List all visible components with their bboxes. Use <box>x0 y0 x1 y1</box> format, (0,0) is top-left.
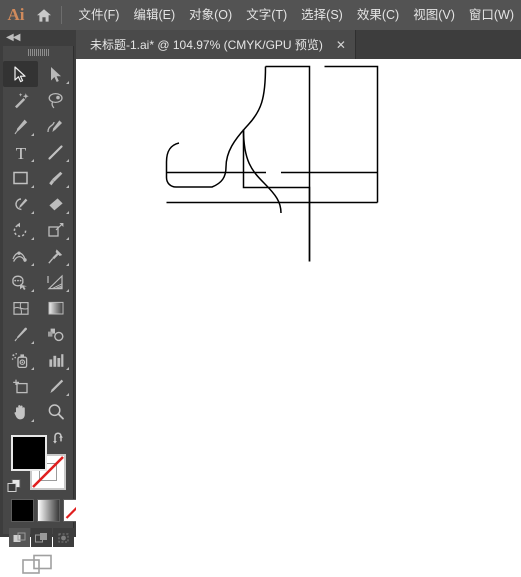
width-tool[interactable] <box>3 243 38 269</box>
tool-flyout-indicator <box>66 81 69 84</box>
gradient-tool[interactable] <box>38 295 73 321</box>
change-screen-mode-button[interactable] <box>3 553 73 577</box>
zoom-tool[interactable] <box>38 399 73 425</box>
perspective-grid-tool[interactable] <box>38 269 73 295</box>
menu-object[interactable]: 对象(O) <box>182 0 239 30</box>
tool-flyout-indicator <box>31 237 34 240</box>
tool-flyout-indicator <box>31 289 34 292</box>
direct-selection-tool[interactable] <box>38 61 73 87</box>
type-tool[interactable]: T <box>3 139 38 165</box>
tool-grid: T <box>3 59 73 425</box>
tool-flyout-indicator <box>31 419 34 422</box>
shaper-tool[interactable] <box>3 191 38 217</box>
tool-flyout-indicator <box>66 211 69 214</box>
tool-flyout-indicator <box>66 289 69 292</box>
tools-panel: T <box>3 46 74 534</box>
illustrator-window: Ai 文件(F) 编辑(E) 对象(O) 文字(T) 选择(S) 效果(C) 视… <box>0 0 521 537</box>
tool-flyout-indicator <box>66 159 69 162</box>
menu-effect[interactable]: 效果(C) <box>350 0 406 30</box>
draw-behind-button[interactable] <box>31 528 52 547</box>
slice-tool[interactable] <box>38 373 73 399</box>
fill-color-swatch[interactable] <box>11 435 47 471</box>
left-dock: ◀◀ <box>0 30 76 537</box>
selection-tool[interactable] <box>3 61 38 87</box>
tool-flyout-indicator <box>66 263 69 266</box>
lasso-tool[interactable] <box>38 87 73 113</box>
blend-tool[interactable] <box>38 321 73 347</box>
tool-flyout-indicator <box>66 237 69 240</box>
free-transform-tool[interactable] <box>38 243 73 269</box>
paintbrush-tool[interactable] <box>38 165 73 191</box>
tool-flyout-indicator <box>31 211 34 214</box>
tool-flyout-indicator <box>31 159 34 162</box>
menu-edit[interactable]: 编辑(E) <box>126 0 182 30</box>
dock-header: ◀◀ <box>0 30 76 46</box>
symbol-sprayer-tool[interactable] <box>3 347 38 373</box>
document-tab[interactable]: 未标题-1.ai* @ 104.97% (CMYK/GPU 预览) ✕ <box>76 30 356 59</box>
tool-flyout-indicator <box>31 133 34 136</box>
color-controls <box>3 431 73 561</box>
collapse-panel-icon[interactable]: ◀◀ <box>6 32 19 43</box>
draw-mode-bar <box>9 528 74 547</box>
svg-text:T: T <box>15 144 26 161</box>
menu-item-list: 文件(F) 编辑(E) 对象(O) 文字(T) 选择(S) 效果(C) 视图(V… <box>72 0 521 30</box>
color-mode-button[interactable] <box>11 499 34 522</box>
app-logo: Ai <box>0 0 32 30</box>
color-mode-bar <box>11 499 86 522</box>
document-canvas[interactable] <box>76 59 521 537</box>
scale-tool[interactable] <box>38 217 73 243</box>
default-colors-icon[interactable] <box>7 478 22 498</box>
rectangle-tool[interactable] <box>3 165 38 191</box>
tool-flyout-indicator <box>31 341 34 344</box>
tool-flyout-indicator <box>31 367 34 370</box>
menu-divider <box>61 6 62 24</box>
screen-mode-icon <box>22 553 54 577</box>
tool-flyout-indicator <box>31 185 34 188</box>
draw-inside-button[interactable] <box>53 528 74 547</box>
menu-type[interactable]: 文字(T) <box>239 0 294 30</box>
menu-window[interactable]: 窗口(W) <box>462 0 521 30</box>
menu-file[interactable]: 文件(F) <box>72 0 127 30</box>
mesh-tool[interactable] <box>3 295 38 321</box>
tool-flyout-indicator <box>66 185 69 188</box>
shape-builder-tool[interactable] <box>3 269 38 295</box>
eraser-tool[interactable] <box>38 191 73 217</box>
menu-bar: Ai 文件(F) 编辑(E) 对象(O) 文字(T) 选择(S) 效果(C) 视… <box>0 0 521 30</box>
tool-flyout-indicator <box>31 263 34 266</box>
tool-flyout-indicator <box>66 367 69 370</box>
magic-wand-tool[interactable] <box>3 87 38 113</box>
column-graph-tool[interactable] <box>38 347 73 373</box>
gradient-mode-button[interactable] <box>37 499 60 522</box>
document-tab-title: 未标题-1.ai* @ 104.97% (CMYK/GPU 预览) <box>90 36 323 53</box>
line-segment-tool[interactable] <box>38 139 73 165</box>
boot-outline-path[interactable] <box>167 67 378 262</box>
artwork-layer <box>76 59 521 537</box>
home-icon[interactable] <box>32 8 57 23</box>
menu-view[interactable]: 视图(V) <box>406 0 462 30</box>
hand-tool[interactable] <box>3 399 38 425</box>
pen-tool[interactable] <box>3 113 38 139</box>
document-tab-strip: 未标题-1.ai* @ 104.97% (CMYK/GPU 预览) ✕ <box>76 30 521 60</box>
curvature-tool[interactable] <box>38 113 73 139</box>
rotate-tool[interactable] <box>3 217 38 243</box>
tool-flyout-indicator <box>66 393 69 396</box>
panel-drag-handle[interactable] <box>3 46 73 59</box>
close-icon[interactable]: ✕ <box>336 39 346 51</box>
menu-select[interactable]: 选择(S) <box>294 0 350 30</box>
swap-arrow-icon[interactable] <box>52 431 67 451</box>
artboard-tool[interactable] <box>3 373 38 399</box>
draw-normal-button[interactable] <box>9 528 30 547</box>
eyedropper-tool[interactable] <box>3 321 38 347</box>
